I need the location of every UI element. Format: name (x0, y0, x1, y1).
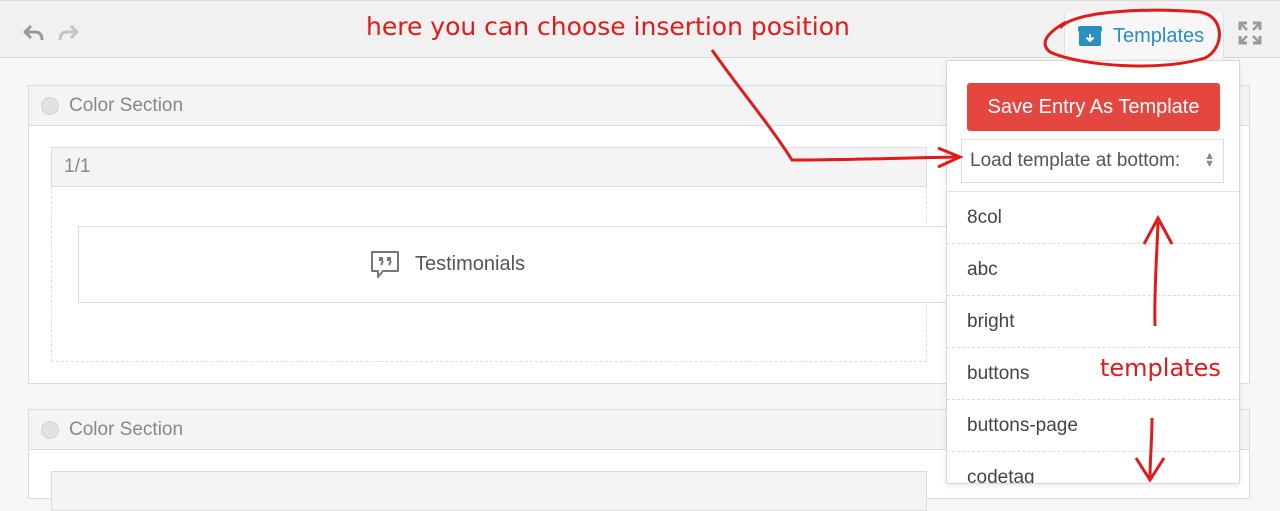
expand-icon (1238, 21, 1262, 45)
template-item[interactable]: codetag (947, 452, 1239, 484)
templates-button-label: Templates (1113, 24, 1205, 47)
element-label: Testimonials (415, 253, 526, 275)
redo-icon (58, 24, 79, 41)
insertion-position-select[interactable]: Load template at bottom: ▲ ▼ (961, 139, 1224, 183)
save-entry-as-template-button[interactable]: Save Entry As Template (967, 83, 1220, 131)
column-header[interactable]: 1/1 (51, 147, 927, 187)
templates-list: 8col abc bright buttons buttons-page cod… (947, 191, 1239, 484)
column-header[interactable] (51, 471, 927, 511)
template-box-icon (1078, 26, 1102, 46)
templates-dropdown: Save Entry As Template Load template at … (946, 60, 1240, 484)
template-item[interactable]: bright (947, 296, 1239, 348)
templates-button[interactable]: Templates (1064, 13, 1224, 59)
annotation-insertion-position: here you can choose insertion position (366, 12, 850, 41)
section-toggle-radio[interactable] (41, 420, 59, 439)
fullscreen-button[interactable] (1238, 21, 1262, 50)
testimonials-element[interactable]: Testimonials (78, 226, 948, 303)
quote-bubble-icon (371, 250, 399, 278)
template-item[interactable]: abc (947, 244, 1239, 296)
section-title: Color Section (69, 418, 184, 440)
template-item[interactable]: buttons-page (947, 400, 1239, 452)
undo-button[interactable] (22, 21, 46, 45)
undo-icon (23, 24, 44, 41)
insertion-position-value: Load template at bottom: (970, 150, 1181, 171)
column-body: Testimonials (51, 186, 948, 362)
redo-button[interactable] (56, 21, 80, 45)
column-label: 1/1 (64, 156, 91, 177)
section-toggle-radio[interactable] (41, 96, 59, 115)
template-item[interactable]: 8col (947, 192, 1239, 244)
section-title: Color Section (69, 94, 184, 116)
annotation-templates: templates (1100, 354, 1221, 382)
select-arrows-icon: ▲ ▼ (1204, 150, 1215, 170)
